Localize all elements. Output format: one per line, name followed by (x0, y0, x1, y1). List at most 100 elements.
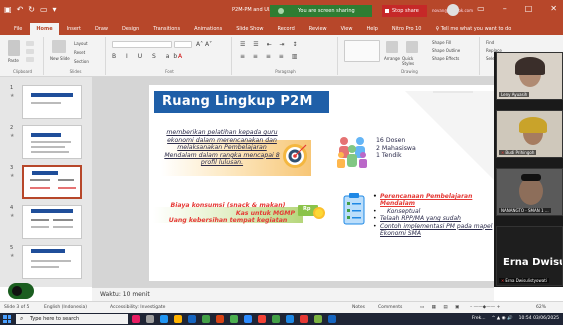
app-icon[interactable] (314, 315, 322, 323)
quick-styles-icon[interactable] (406, 41, 418, 53)
font-name-select[interactable] (112, 41, 172, 48)
align-icons[interactable]: ≡ ≡ ≡ ≡ ▥ (240, 53, 300, 60)
tab-draw[interactable]: Draw (89, 23, 114, 35)
minimize-icon[interactable]: – (503, 4, 507, 16)
tell-me-search[interactable]: ♀ Tell me what you want to do (429, 23, 517, 35)
chrome-icon[interactable] (230, 315, 238, 323)
new-slide-icon[interactable] (52, 40, 66, 53)
layout-button[interactable]: Layout (74, 41, 88, 46)
shape-fill-button[interactable]: Shape Fill (432, 40, 451, 45)
app-icon[interactable] (272, 315, 280, 323)
app-icon[interactable] (328, 315, 336, 323)
screen-sharing-indicator[interactable]: You are screen sharing (270, 5, 372, 17)
undo-icon[interactable]: ↶ (17, 5, 24, 15)
grow-font-icon[interactable]: A˄ A˅ (196, 41, 212, 48)
document-title: P2M-PM and Ul... (232, 7, 275, 13)
app-icon[interactable] (258, 315, 266, 323)
powerpoint-icon[interactable] (216, 315, 224, 323)
window-controls: ▭ – □ ✕ (447, 4, 557, 16)
cut-icon[interactable] (26, 41, 34, 46)
file-explorer-icon[interactable] (174, 315, 182, 323)
redo-icon[interactable]: ↻ (28, 5, 35, 15)
tab-nitro[interactable]: Nitro Pro 10 (386, 23, 428, 35)
shapes-gallery[interactable] (344, 40, 380, 62)
close-icon[interactable]: ✕ (550, 4, 557, 16)
section-button[interactable]: Section (74, 59, 89, 64)
flower-app-icon[interactable] (132, 315, 140, 323)
account-avatar[interactable] (447, 4, 460, 16)
ribbon-display-icon[interactable]: ▭ (477, 4, 485, 16)
font-format-icons[interactable]: B I U S ab (112, 53, 181, 60)
list-icons[interactable]: ☰ ☰ ⇤ ⇥ ↕ (240, 41, 300, 48)
tab-review[interactable]: Review (303, 23, 333, 35)
restore-icon[interactable]: □ (525, 4, 533, 16)
windows-start-icon[interactable] (3, 315, 11, 323)
share-status-text: You are screen sharing (298, 8, 355, 14)
arrange-icon[interactable] (386, 41, 398, 53)
arrange-label[interactable]: Arrange (384, 56, 400, 61)
app-icon[interactable] (286, 315, 294, 323)
slide-thumbnail[interactable]: 5 ★ (0, 245, 92, 283)
paste-icon[interactable] (8, 40, 20, 56)
zoom-icon[interactable] (244, 315, 252, 323)
format-painter-icon[interactable] (26, 57, 34, 62)
tab-help[interactable]: Help (360, 23, 383, 35)
slide-thumbnail-selected[interactable]: 3 ★ (0, 165, 92, 203)
slide-decoration-line (433, 91, 473, 93)
tab-design[interactable]: Design (116, 23, 145, 35)
copy-icon[interactable] (26, 49, 34, 54)
participant-tile-camera-off[interactable]: Erna Dwisuli ✕Erna Dwisulistyowati (496, 226, 563, 286)
tab-view[interactable]: View (335, 23, 359, 35)
find-button[interactable]: Find (486, 40, 494, 45)
font-color-icon[interactable]: A (178, 53, 182, 60)
participant-tile[interactable]: NANANGTO - SMAN 1 ... (496, 168, 563, 216)
edge-icon[interactable] (160, 315, 168, 323)
task-view-icon[interactable] (146, 315, 154, 323)
accessibility-status[interactable]: Accessibility: Investigate (110, 305, 165, 310)
present-icon[interactable]: ▭ (40, 5, 48, 15)
tab-transitions[interactable]: Transitions (147, 23, 186, 35)
taskbar-search-input[interactable]: ⌕ Type here to search (16, 314, 128, 324)
zoom-slider[interactable]: – ——◆—— + (470, 305, 500, 310)
participant-tile[interactable]: Leny Ayuasih (496, 52, 563, 100)
clock[interactable]: 10:54 03/06/2025 (519, 315, 559, 323)
reset-button[interactable]: Reset (74, 50, 85, 55)
participant-tile[interactable]: ✕Budi Prihingoh (496, 110, 563, 158)
slide-thumbnail[interactable]: 2 ★ (0, 125, 92, 163)
app-icon[interactable] (300, 315, 308, 323)
word-icon[interactable] (188, 315, 196, 323)
tab-home[interactable]: Home (30, 23, 59, 35)
paste-label[interactable]: Paste (8, 58, 19, 63)
notes-pane[interactable]: Waktu: 10 menit (92, 287, 494, 301)
slide-thumbnail[interactable]: 4 ★ (0, 205, 92, 243)
new-slide-label[interactable]: New Slide (50, 56, 70, 61)
excel-icon[interactable] (202, 315, 210, 323)
language-indicator[interactable]: English (Indonesia) (44, 305, 87, 310)
objective-text[interactable]: memberikan pelatihan kepada guru ekonomi… (163, 129, 281, 167)
slide-thumbnail[interactable]: 1 ★ (0, 85, 92, 123)
view-buttons[interactable]: ▭ ▦ ▤ ▣ (420, 305, 462, 310)
font-size-select[interactable] (174, 41, 192, 48)
tab-slide-show[interactable]: Slide Show (230, 23, 269, 35)
zoom-level[interactable]: 62% (536, 305, 546, 310)
tab-insert[interactable]: Insert (61, 23, 87, 35)
tray-icons[interactable]: ^ ▲ ◉ 🔊 (492, 315, 513, 323)
notes-text[interactable]: Waktu: 10 menit (100, 291, 150, 298)
thumbnail-preview (22, 125, 82, 159)
shape-effects-button[interactable]: Shape Effects (432, 56, 459, 61)
tab-file[interactable]: File (8, 23, 28, 35)
tab-animations[interactable]: Animations (188, 23, 228, 35)
current-slide[interactable]: Ruang Lingkup P2M memberikan pelatihan k… (149, 85, 495, 281)
tab-record[interactable]: Record (271, 23, 300, 35)
active-app-label[interactable]: Frek... (472, 315, 486, 323)
recording-indicator[interactable] (8, 283, 34, 299)
notes-button[interactable]: Notes (352, 305, 365, 310)
save-icon[interactable]: ▣ (4, 5, 12, 15)
stop-share-button[interactable]: Stop share (382, 5, 427, 17)
quick-styles-label[interactable]: Quick Styles (402, 56, 424, 66)
comments-button[interactable]: Comments (378, 305, 402, 310)
output-item: Konseptual (373, 208, 495, 216)
slide-title[interactable]: Ruang Lingkup P2M (162, 94, 313, 109)
customize-qat-icon[interactable]: ▾ (53, 5, 57, 15)
shape-outline-button[interactable]: Shape Outline (432, 48, 460, 53)
